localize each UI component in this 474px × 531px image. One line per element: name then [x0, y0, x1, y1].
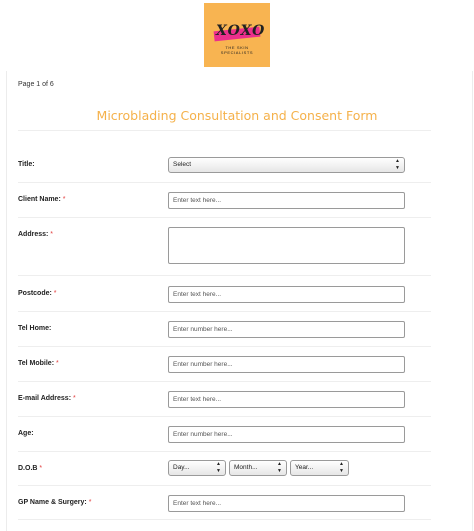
select-arrows-icon: ▲ ▼ — [395, 158, 400, 171]
email-input[interactable] — [168, 391, 405, 408]
postcode-label: Postcode: * — [18, 290, 57, 297]
page-indicator: Page 1 of 6 — [18, 81, 54, 88]
row-divider — [18, 519, 431, 520]
dob-month-value: Month... — [234, 464, 258, 471]
dob-day-value: Day... — [173, 464, 190, 471]
row-divider — [18, 311, 431, 312]
title-label: Title: — [18, 161, 35, 168]
row-divider — [18, 381, 431, 382]
postcode-input[interactable] — [168, 286, 405, 303]
title-divider — [18, 130, 431, 131]
row-divider — [18, 346, 431, 347]
tel-home-input[interactable] — [168, 321, 405, 338]
required-marker: * — [50, 231, 54, 238]
address-textarea[interactable] — [168, 227, 405, 264]
form-title: Microblading Consultation and Consent Fo… — [96, 108, 378, 123]
row-divider — [18, 451, 431, 452]
dob-month-select[interactable]: Month... ▲ ▼ — [229, 460, 287, 476]
address-label: Address: * — [18, 231, 54, 238]
age-label: Age: — [18, 430, 34, 437]
gp-label: GP Name & Surgery: * — [18, 499, 92, 506]
required-marker: * — [39, 465, 43, 472]
required-marker: * — [62, 196, 66, 203]
dob-year-select[interactable]: Year... ▲ ▼ — [290, 460, 349, 476]
client-name-input[interactable] — [168, 192, 405, 209]
email-label: E-mail Address: * — [18, 395, 76, 402]
gp-input[interactable] — [168, 495, 405, 512]
select-arrows-icon: ▲ ▼ — [216, 461, 221, 474]
tel-home-label: Tel Home: — [18, 325, 52, 332]
tel-mobile-label: Tel Mobile: * — [18, 360, 59, 367]
required-marker: * — [56, 360, 59, 367]
row-divider — [18, 217, 431, 218]
dob-day-select[interactable]: Day... ▲ ▼ — [168, 460, 226, 476]
required-marker: * — [88, 499, 92, 506]
client-name-label: Client Name: * — [18, 196, 66, 203]
select-arrows-icon: ▲ ▼ — [277, 461, 282, 474]
dob-label: D.O.B * — [18, 465, 43, 472]
title-select[interactable]: Select ▲ ▼ — [168, 157, 405, 173]
logo-mark: XOXO — [216, 23, 266, 39]
required-marker: * — [73, 395, 76, 402]
row-divider — [18, 485, 431, 486]
select-arrows-icon: ▲ ▼ — [339, 461, 344, 474]
row-divider — [18, 416, 431, 417]
row-divider — [18, 182, 431, 183]
brand-logo: XOXO THE SKIN SPECIALISTS — [204, 3, 270, 67]
row-divider — [18, 275, 431, 276]
required-marker: * — [53, 290, 57, 297]
age-input[interactable] — [168, 426, 405, 443]
dob-year-value: Year... — [295, 464, 314, 471]
title-select-value: Select — [173, 161, 192, 168]
logo-tagline: THE SKIN SPECIALISTS — [220, 45, 254, 55]
tel-mobile-input[interactable] — [168, 356, 405, 373]
